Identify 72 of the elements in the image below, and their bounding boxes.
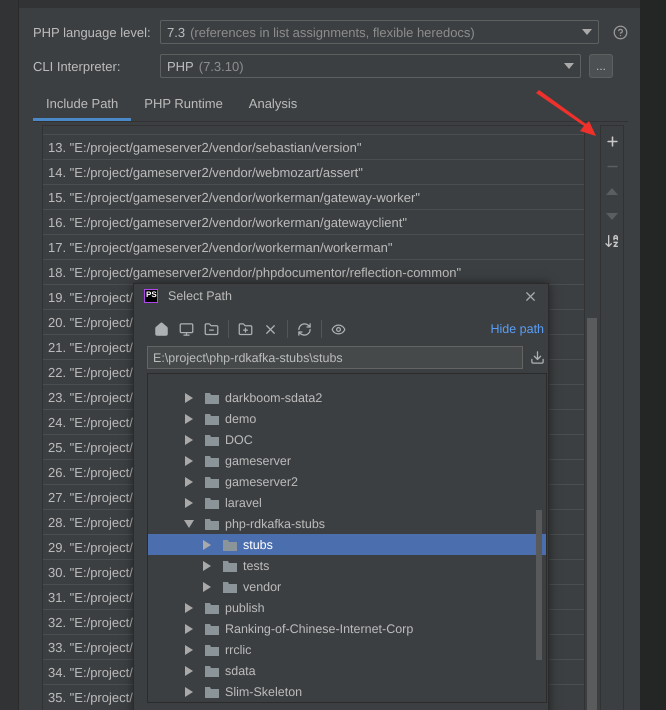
folder-icon[interactable] bbox=[203, 320, 220, 338]
new-folder-icon[interactable] bbox=[237, 320, 254, 338]
folder-icon bbox=[205, 412, 219, 424]
download-icon[interactable] bbox=[529, 349, 546, 366]
folder-icon bbox=[205, 454, 219, 466]
folder-icon bbox=[205, 602, 219, 614]
sort-icon[interactable] bbox=[604, 233, 620, 249]
help-icon[interactable] bbox=[613, 24, 628, 40]
folder-icon bbox=[205, 664, 219, 676]
expand-arrow-icon[interactable] bbox=[202, 582, 212, 592]
tab[interactable]: Include Path bbox=[33, 92, 132, 121]
folder-icon bbox=[205, 622, 219, 634]
home-icon[interactable] bbox=[153, 320, 170, 338]
folder-icon bbox=[205, 434, 219, 446]
field-label: CLI Interpreter: bbox=[33, 58, 122, 74]
path-item[interactable]: 16. "E:/project/gameserver2/vendor/workerman/gatewayclient" bbox=[43, 209, 584, 234]
tree-item[interactable]: laravel bbox=[148, 492, 546, 513]
language-level-dropdown[interactable]: 7.3 (references in list assignments, flexible heredocs) bbox=[160, 20, 599, 44]
expand-arrow-icon[interactable] bbox=[184, 414, 194, 424]
expand-arrow-icon[interactable] bbox=[184, 456, 194, 466]
path-item[interactable]: 13. "E:/project/gameserver2/vendor/sebastian/version" bbox=[43, 134, 584, 159]
tree-item[interactable]: DOC bbox=[148, 429, 546, 450]
expand-arrow-icon[interactable] bbox=[184, 476, 194, 486]
expand-arrow-icon[interactable] bbox=[184, 434, 194, 444]
folder-icon bbox=[223, 580, 237, 592]
tree-item[interactable]: tests bbox=[148, 555, 546, 576]
folder-icon bbox=[223, 538, 237, 550]
tree-item[interactable]: rrclic bbox=[148, 639, 546, 660]
scrollbar-thumb[interactable] bbox=[587, 318, 597, 710]
tree-item[interactable]: stubs bbox=[148, 534, 546, 555]
tree-item[interactable]: demo bbox=[148, 408, 546, 429]
tree-item[interactable]: sdata bbox=[148, 660, 546, 681]
folder-icon bbox=[205, 392, 219, 404]
folder-icon bbox=[205, 518, 219, 530]
browse-button[interactable]: ... bbox=[589, 54, 613, 78]
path-field[interactable]: E:\project\php-rdkafka-stubs\stubs bbox=[147, 346, 524, 369]
expand-arrow-icon[interactable] bbox=[184, 686, 194, 696]
interpreter-dropdown[interactable]: PHP (7.3.10) bbox=[160, 54, 581, 78]
tab[interactable]: PHP Runtime bbox=[131, 92, 236, 121]
collapse-arrow-icon[interactable] bbox=[184, 518, 194, 528]
field-label: PHP language level: bbox=[33, 24, 152, 40]
expand-arrow-icon[interactable] bbox=[184, 666, 194, 676]
tree-item[interactable]: vendor bbox=[148, 576, 546, 597]
folder-icon bbox=[205, 496, 219, 508]
app-logo: PS bbox=[144, 289, 158, 303]
tree-item[interactable]: Slim-Skeleton bbox=[148, 681, 546, 702]
refresh-icon[interactable] bbox=[296, 320, 313, 338]
folder-icon bbox=[223, 560, 237, 572]
tree-item[interactable]: gameserver2 bbox=[148, 471, 546, 492]
scrollbar[interactable] bbox=[536, 510, 542, 660]
folder-icon bbox=[205, 686, 219, 698]
tree-item[interactable]: publish bbox=[148, 597, 546, 618]
folder-icon bbox=[205, 644, 219, 656]
expand-arrow-icon[interactable] bbox=[184, 644, 194, 654]
tree-item[interactable]: php-rdkafka-stubs bbox=[148, 513, 546, 534]
tab[interactable]: Analysis bbox=[236, 92, 310, 121]
dialog-title: Select Path bbox=[168, 289, 232, 303]
expand-arrow-icon[interactable] bbox=[202, 560, 212, 570]
hide-path-link[interactable]: Hide path bbox=[490, 322, 544, 336]
add-icon[interactable] bbox=[604, 134, 620, 148]
tree-item[interactable]: darkboom-sdata2 bbox=[148, 387, 546, 408]
path-item[interactable]: 14. "E:/project/gameserver2/vendor/webmozart/assert" bbox=[43, 159, 584, 184]
expand-arrow-icon[interactable] bbox=[184, 498, 194, 508]
tree-item[interactable]: gameserver bbox=[148, 450, 546, 471]
path-item[interactable]: 17. "E:/project/gameserver2/vendor/workerman/workerman" bbox=[43, 234, 584, 259]
monitor-icon[interactable] bbox=[178, 320, 195, 338]
tree-item[interactable]: Ranking-of-Chinese-Internet-Corp bbox=[148, 618, 546, 639]
path-item[interactable]: 15. "E:/project/gameserver2/vendor/workerman/gateway-worker" bbox=[43, 184, 584, 209]
expand-arrow-icon[interactable] bbox=[184, 624, 194, 634]
expand-arrow-icon[interactable] bbox=[184, 392, 194, 402]
expand-arrow-icon[interactable] bbox=[184, 602, 194, 612]
folder-icon bbox=[205, 476, 219, 488]
